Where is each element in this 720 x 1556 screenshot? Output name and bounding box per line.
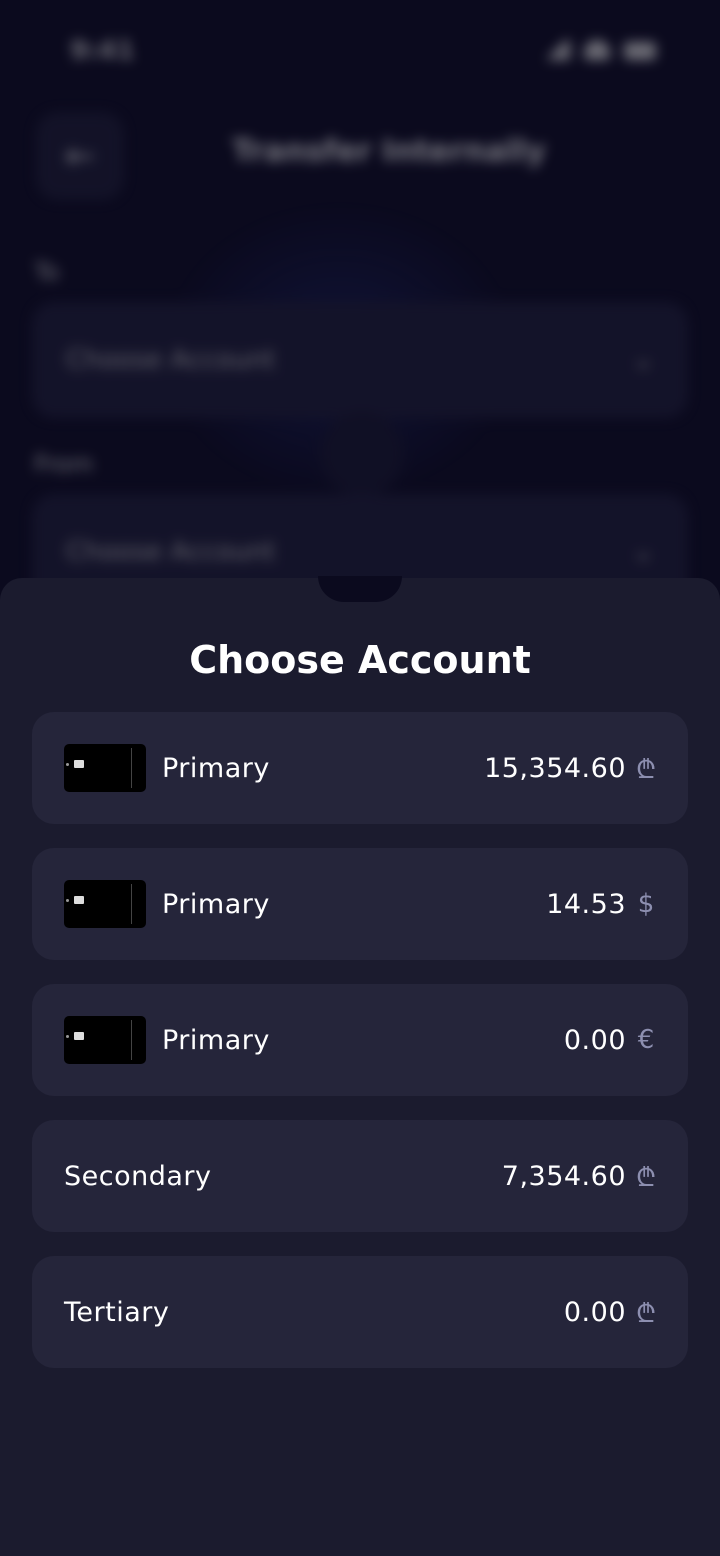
account-balance: 15,354.60: [484, 752, 626, 784]
card-thumbnail-icon: [64, 880, 146, 928]
to-account-select[interactable]: Choose Account ⌄: [32, 302, 688, 418]
account-balance: 0.00: [563, 1296, 626, 1328]
account-row-primary-eur[interactable]: Primary 0.00 €: [32, 984, 688, 1096]
from-label: From: [34, 450, 94, 478]
account-name: Primary: [162, 888, 270, 920]
account-row-secondary[interactable]: Secondary 7,354.60 ₾: [32, 1120, 688, 1232]
status-time: 9:41: [70, 36, 135, 66]
arrow-left-icon: ←: [64, 135, 96, 177]
chevron-down-icon: ⌄: [632, 345, 654, 375]
lari-currency-icon: ₾: [636, 1299, 657, 1329]
wifi-icon: [584, 40, 610, 60]
to-account-placeholder: Choose Account: [66, 345, 276, 375]
page-title: Transfer Internally: [232, 134, 546, 169]
from-account-placeholder: Choose Account: [66, 537, 276, 567]
account-balance: 0.00: [563, 1024, 626, 1056]
account-name: Primary: [162, 752, 270, 784]
account-row-primary-usd[interactable]: Primary 14.53 $: [32, 848, 688, 960]
account-balance: 14.53: [546, 888, 626, 920]
account-name: Primary: [162, 1024, 270, 1056]
account-row-primary-gel[interactable]: Primary 15,354.60 ₾: [32, 712, 688, 824]
back-button[interactable]: ←: [36, 112, 124, 200]
lari-currency-icon: ₾: [636, 755, 657, 785]
swap-button[interactable]: [320, 412, 404, 496]
sheet-notch: [318, 576, 402, 602]
choose-account-sheet: Choose Account Primary 15,354.60 ₾ Prima…: [0, 576, 720, 1556]
card-thumbnail-icon: [64, 744, 146, 792]
battery-icon: [624, 42, 656, 60]
account-name: Secondary: [64, 1160, 212, 1192]
account-balance: 7,354.60: [501, 1160, 626, 1192]
dollar-currency-icon: $: [637, 889, 655, 919]
status-icons: [542, 40, 656, 60]
account-name: Tertiary: [64, 1296, 170, 1328]
chevron-down-icon: ⌄: [632, 537, 654, 567]
sheet-title: Choose Account: [189, 638, 531, 682]
account-list: Primary 15,354.60 ₾ Primary 14.53 $ Prim…: [32, 712, 688, 1392]
lari-currency-icon: ₾: [636, 1163, 657, 1193]
account-row-tertiary[interactable]: Tertiary 0.00 ₾: [32, 1256, 688, 1368]
signal-icon: [542, 40, 570, 60]
to-label: To: [34, 258, 60, 286]
card-thumbnail-icon: [64, 1016, 146, 1064]
euro-currency-icon: €: [637, 1025, 655, 1055]
